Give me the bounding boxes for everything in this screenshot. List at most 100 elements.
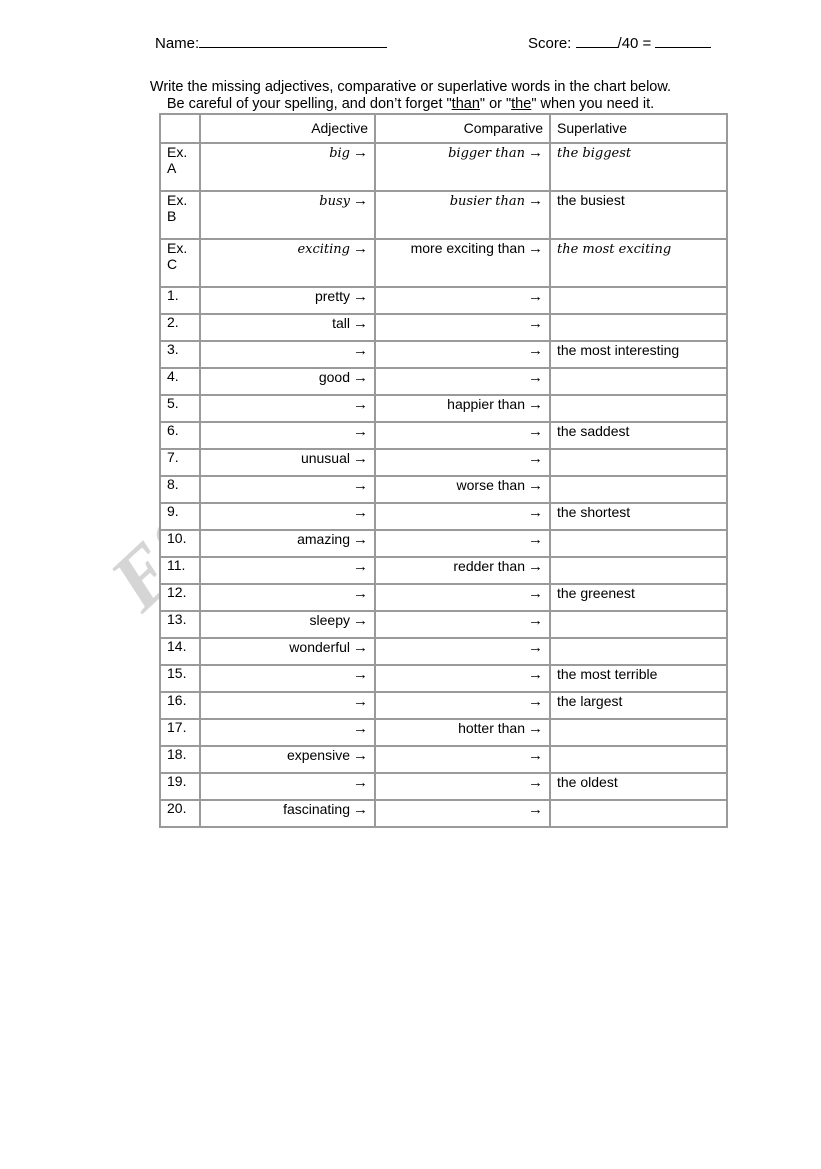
instructions-line-2: Be careful of your spelling, and don’t f… [0,96,821,113]
cell-adj[interactable]: → [200,476,375,503]
cell-sup[interactable] [550,314,727,341]
cell-sup[interactable]: the largest [550,692,727,719]
cell-comp[interactable]: more exciting than → [375,239,550,287]
cell-adj[interactable]: amazing → [200,530,375,557]
cell-sup[interactable] [550,746,727,773]
row-number: 6. [160,422,200,449]
cell-comp[interactable]: → [375,530,550,557]
cell-comp[interactable]: → [375,314,550,341]
cell-adj[interactable]: → [200,692,375,719]
chart-row: 12. → → the greenest [160,584,727,611]
cell-adj[interactable]: → [200,665,375,692]
cell-comp[interactable]: → [375,368,550,395]
cell-adj[interactable]: expensive → [200,746,375,773]
cell-sup[interactable]: the most terrible [550,665,727,692]
arrow-icon: → [528,315,543,332]
cell-sup[interactable] [550,449,727,476]
cell-comp[interactable]: → [375,584,550,611]
adj-text: fascinating [283,801,350,817]
cell-comp[interactable]: → [375,611,550,638]
cell-comp[interactable]: happier than → [375,395,550,422]
cell-comp[interactable]: redder than → [375,557,550,584]
adj-text: tall [332,315,350,331]
cell-sup[interactable] [550,638,727,665]
cell-sup[interactable] [550,800,727,827]
cell-comp[interactable]: → [375,800,550,827]
cell-comp[interactable]: busier than → [375,191,550,239]
instructions-line-2-part-a: Be careful of your spelling, and don’t f… [166,96,452,112]
cell-sup[interactable]: the most interesting [550,341,727,368]
cell-sup[interactable] [550,611,727,638]
cell-comp[interactable]: → [375,449,550,476]
cell-comp[interactable]: → [375,773,550,800]
cell-comp[interactable]: → [375,692,550,719]
cell-adj[interactable]: → [200,422,375,449]
cell-adj[interactable]: sleepy → [200,611,375,638]
cell-adj[interactable]: busy → [200,191,375,239]
cell-sup[interactable] [550,719,727,746]
cell-adj[interactable]: unusual → [200,449,375,476]
cell-adj[interactable]: → [200,584,375,611]
cell-sup[interactable] [550,557,727,584]
keyword-the: the [511,96,532,112]
arrow-icon: → [353,693,368,710]
cell-comp[interactable]: hotter than → [375,719,550,746]
cell-sup[interactable]: the biggest [550,143,727,191]
cell-sup[interactable] [550,530,727,557]
cell-sup[interactable] [550,476,727,503]
cell-adj[interactable]: → [200,503,375,530]
cell-comp[interactable]: → [375,665,550,692]
cell-adj[interactable]: big → [200,143,375,191]
cell-adj[interactable]: → [200,557,375,584]
comp-text: busier than [449,194,525,209]
arrow-icon: → [528,240,543,257]
chart-row: 9. → → the shortest [160,503,727,530]
score-grade-blank[interactable] [655,33,712,48]
cell-sup[interactable]: the oldest [550,773,727,800]
cell-adj[interactable]: good → [200,368,375,395]
cell-adj[interactable]: → [200,773,375,800]
chart-row: 18. expensive → → [160,746,727,773]
cell-sup[interactable] [550,368,727,395]
cell-adj[interactable]: → [200,395,375,422]
arrow-icon: → [528,612,543,629]
cell-adj[interactable]: fascinating → [200,800,375,827]
comp-text: happier than [447,396,525,412]
cell-comp[interactable]: → [375,503,550,530]
cell-comp[interactable]: → [375,341,550,368]
row-number: Ex. A [160,143,200,191]
score-input-blank[interactable] [575,33,618,48]
cell-adj[interactable]: tall → [200,314,375,341]
cell-sup[interactable]: the most exciting [550,239,727,287]
sup-text: the most terrible [557,666,658,682]
cell-comp[interactable]: → [375,422,550,449]
chart-example-row: Ex. Cexciting → more exciting than → the mos… [160,239,727,287]
column-header-comparative: Comparative [375,114,550,143]
name-input-blank[interactable] [199,33,388,48]
cell-comp[interactable]: worse than → [375,476,550,503]
cell-adj[interactable]: pretty → [200,287,375,314]
cell-adj[interactable]: exciting → [200,239,375,287]
arrow-icon: → [353,396,368,413]
cell-sup[interactable] [550,395,727,422]
cell-sup[interactable]: the saddest [550,422,727,449]
cell-adj[interactable]: → [200,341,375,368]
chart-row: 10. amazing → → [160,530,727,557]
adjectives-chart-container: Adjective Comparative Superlative Ex. Ab… [159,113,728,828]
adj-text: amazing [297,531,350,547]
arrow-icon: → [528,720,543,737]
cell-sup[interactable]: the shortest [550,503,727,530]
cell-adj[interactable]: wonderful → [200,638,375,665]
arrow-icon: → [528,477,543,494]
arrow-icon: → [528,774,543,791]
chart-row: 20. fascinating → → [160,800,727,827]
cell-comp[interactable]: → [375,287,550,314]
cell-adj[interactable]: → [200,719,375,746]
cell-sup[interactable]: the greenest [550,584,727,611]
cell-comp[interactable]: bigger than → [375,143,550,191]
chart-row: 1. pretty → → [160,287,727,314]
cell-sup[interactable] [550,287,727,314]
cell-comp[interactable]: → [375,746,550,773]
cell-comp[interactable]: → [375,638,550,665]
cell-sup[interactable]: the busiest [550,191,727,239]
